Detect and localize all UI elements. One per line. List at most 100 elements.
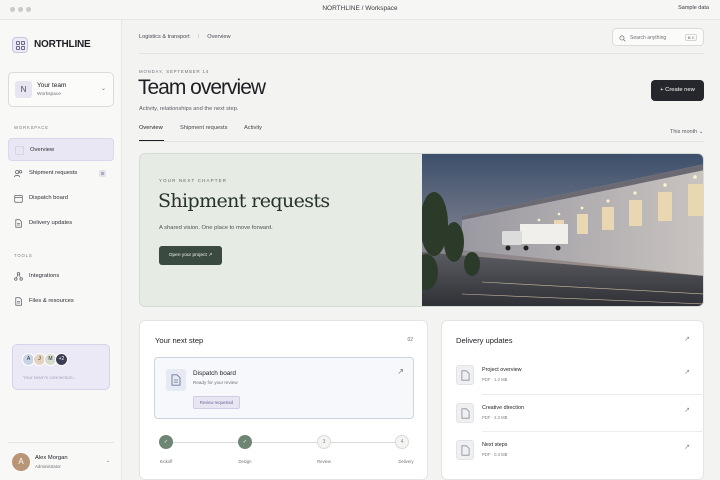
calendar-icon: [14, 194, 23, 203]
team-name: Your team: [37, 82, 67, 89]
brand-name: NORTHLINE: [34, 39, 91, 50]
search-icon: [619, 34, 626, 42]
progress-track: [166, 442, 402, 443]
step-node-kickoff: ✓: [159, 435, 173, 449]
team-avatar: N: [15, 81, 32, 98]
divider: [139, 53, 704, 54]
step-node-delivery: 4: [395, 435, 409, 449]
window-title: NORTHLINE / Workspace: [322, 5, 398, 12]
sidebar: NORTHLINE N Your team Workspace ⌄ WORKSP…: [0, 20, 122, 480]
divider: [139, 141, 704, 142]
team-subtitle: Workspace: [37, 92, 61, 97]
document-title: Project overview: [482, 367, 522, 373]
sidebar-item-shipment-requests[interactable]: Shipment requests 8: [8, 162, 114, 185]
count-badge: 8: [99, 170, 106, 177]
user-name: Alex Morgan: [35, 455, 68, 461]
step-node-design: ✓: [238, 435, 252, 449]
breadcrumb-item: Overview: [207, 34, 231, 40]
document-meta: PDF · 1.2 MB: [482, 377, 508, 382]
workspace-section-label: WORKSPACE: [14, 125, 49, 130]
divider: [482, 394, 704, 395]
search-input[interactable]: Search anything ⌘ K: [612, 28, 704, 46]
open-project-button[interactable]: Open your project ↗: [159, 246, 222, 265]
step-label: Kickoff: [159, 459, 173, 464]
warehouse-photo: [422, 154, 703, 306]
team-switcher[interactable]: N Your team Workspace ⌄: [8, 72, 114, 107]
hero-kicker: YOUR NEXT CHAPTER: [159, 178, 228, 183]
arrow-up-right-icon[interactable]: ↗: [684, 335, 690, 343]
logo-grid-icon: [12, 37, 28, 53]
step-item-title: Dispatch board: [193, 370, 236, 377]
arrow-up-right-icon[interactable]: ↗: [684, 368, 690, 376]
arrow-up-right-icon[interactable]: ↗: [684, 443, 690, 451]
arrow-up-right-icon[interactable]: ↗: [397, 367, 404, 376]
step-label: Review: [317, 459, 331, 464]
page-subtitle: Activity, relationships and the next ste…: [139, 106, 239, 112]
document-meta: PDF · 2.2 MB: [482, 415, 508, 420]
more-avatars-badge: +2: [55, 353, 68, 366]
file-icon: [15, 297, 22, 306]
sidebar-item-overview[interactable]: Overview: [8, 138, 114, 161]
sidebar-item-files-resources[interactable]: Files & resources: [8, 290, 114, 313]
tab-overview[interactable]: Overview: [139, 125, 163, 131]
document-meta: PDF · 0.3 MB: [482, 452, 508, 457]
sidebar-item-label: Shipment requests: [29, 170, 78, 176]
sample-data-label[interactable]: Sample data: [678, 5, 709, 11]
create-new-button[interactable]: + Create new: [651, 80, 704, 101]
user-role: Administrator: [35, 464, 61, 469]
document-row[interactable]: Project overview PDF · 1.2 MB ↗: [456, 359, 690, 396]
card-title: Your next step: [155, 336, 204, 345]
user-menu[interactable]: A Alex Morgan Administrator ⌄: [8, 442, 114, 480]
document-title: Creative direction: [482, 405, 524, 411]
step-count: 02: [407, 337, 413, 343]
integrations-icon: [14, 272, 23, 281]
document-icon: [166, 369, 186, 391]
breadcrumb-separator: /: [197, 34, 200, 40]
page-date: MONDAY, SEPTEMBER 14: [139, 69, 210, 74]
document-row[interactable]: Creative direction PDF · 2.2 MB ↗: [456, 397, 690, 434]
step-item-status: Ready for your review: [193, 380, 238, 385]
tab-activity[interactable]: Activity: [244, 125, 262, 131]
keyboard-shortcut: ⌘ K: [685, 34, 697, 41]
document-title: Next steps: [482, 442, 508, 448]
sidebar-item-label: Delivery updates: [29, 220, 73, 226]
window-titlebar: NORTHLINE / Workspace Sample data: [0, 0, 720, 20]
hero-title: Shipment requests: [158, 190, 330, 212]
tab-shipment-requests[interactable]: Shipment requests: [180, 125, 227, 131]
delivery-updates-card: Delivery updates ↗ Project overview PDF …: [441, 320, 704, 480]
breadcrumb-item[interactable]: Logistics & transport: [139, 34, 190, 40]
users-icon: [14, 170, 23, 178]
period-select[interactable]: This month ⌄: [670, 129, 703, 135]
tools-section-label: TOOLS: [14, 253, 33, 258]
next-step-card: Your next step 02 Dispatch board Ready f…: [139, 320, 428, 480]
team-connection-card[interactable]: A J M +2 Your team's connection...: [12, 344, 110, 390]
sidebar-item-label: Integrations: [29, 273, 60, 279]
search-placeholder: Search anything: [630, 35, 667, 41]
avatar: A: [12, 453, 30, 471]
sidebar-item-label: Dispatch board: [29, 195, 68, 201]
sidebar-item-label: Overview: [30, 147, 55, 153]
status-badge: Review requested: [193, 396, 240, 409]
sidebar-item-integrations[interactable]: Integrations: [8, 265, 114, 288]
chevron-down-icon: ⌄: [100, 86, 106, 92]
next-step-item[interactable]: Dispatch board Ready for your review Rev…: [154, 357, 414, 419]
breadcrumb: Logistics & transport / Overview: [139, 34, 231, 40]
divider: [482, 431, 704, 432]
pdf-file-icon: [456, 403, 474, 423]
step-node-review: 3: [317, 435, 331, 449]
hero-banner: YOUR NEXT CHAPTER Shipment requests A sh…: [139, 153, 704, 307]
pdf-file-icon: [456, 440, 474, 460]
sidebar-item-delivery-updates[interactable]: Delivery updates: [8, 212, 114, 235]
chevron-down-icon: ⌄: [105, 458, 110, 464]
connection-text: Your team's connection...: [23, 376, 77, 381]
step-label: Design: [238, 459, 252, 464]
overview-grid-icon: [15, 146, 24, 155]
document-icon: [15, 219, 22, 228]
pdf-file-icon: [456, 365, 474, 385]
document-row[interactable]: Next steps PDF · 0.3 MB ↗: [456, 434, 690, 471]
hero-subtitle: A shared vision. One place to move forwa…: [159, 225, 273, 231]
page-title: Team overview: [138, 76, 266, 99]
arrow-up-right-icon[interactable]: ↗: [684, 406, 690, 414]
sidebar-item-dispatch-board[interactable]: Dispatch board: [8, 187, 114, 210]
card-title: Delivery updates: [456, 336, 513, 345]
